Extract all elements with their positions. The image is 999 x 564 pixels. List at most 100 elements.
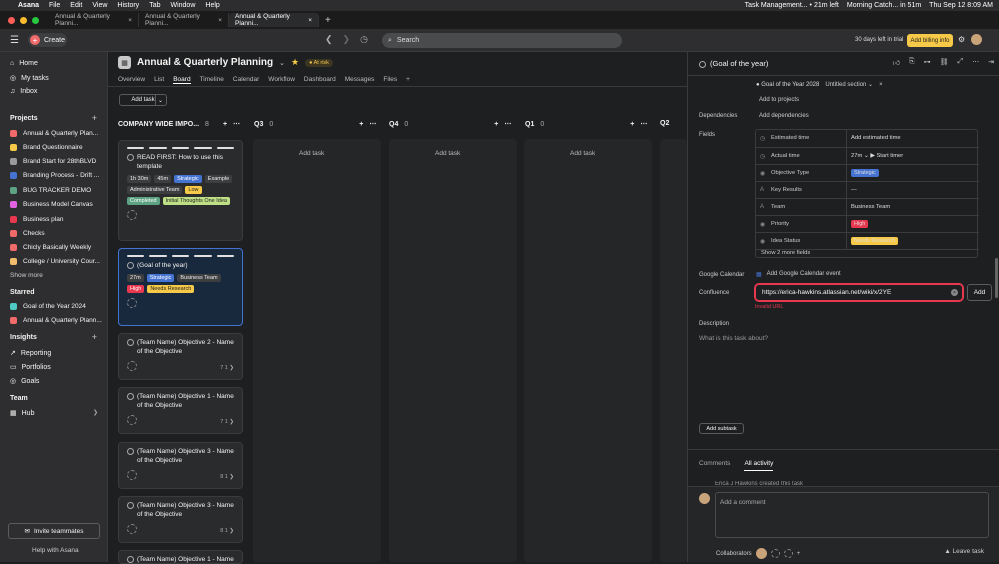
field-value[interactable]: Add estimated time xyxy=(851,135,901,141)
assignee-icon[interactable] xyxy=(127,361,137,371)
sidebar-project[interactable]: Brand Start for 28thBLVD xyxy=(10,158,102,165)
tab-calendar[interactable]: Calendar xyxy=(233,76,259,84)
field-value[interactable]: Business Team xyxy=(851,204,890,210)
sidebar-item-reporting[interactable]: ↗ Reporting xyxy=(10,349,51,358)
more-icon[interactable]: ⋯ xyxy=(972,58,979,67)
menu-edit[interactable]: Edit xyxy=(70,2,82,9)
task-card[interactable]: (Team Name) Objective 1 - Name of the Ob… xyxy=(118,387,243,434)
new-tab-icon[interactable]: + xyxy=(325,15,331,26)
chevron-right-icon[interactable]: ❯ xyxy=(93,409,98,416)
sidebar-item-portfolios[interactable]: ▭ Portfolios xyxy=(10,363,51,372)
menu-history[interactable]: History xyxy=(117,2,139,9)
field-value[interactable]: — xyxy=(851,187,857,193)
starred-heading[interactable]: Starred xyxy=(10,289,35,296)
scrollbar[interactable] xyxy=(995,258,998,298)
field-row[interactable]: ◉ Idea Status Needs Research xyxy=(756,232,979,250)
add-task-link[interactable]: Add task xyxy=(299,150,324,157)
sidebar-item-inbox[interactable]: ♫ Inbox xyxy=(10,88,37,95)
field-value[interactable]: Strategic xyxy=(851,169,879,177)
field-row[interactable]: ◷ Actual time 27m ⌄ ▶ Start timer xyxy=(756,147,979,165)
clear-input-icon[interactable]: × xyxy=(951,289,958,296)
complete-check-icon[interactable] xyxy=(127,393,134,400)
column-name[interactable]: Q1 xyxy=(525,121,534,128)
task-card[interactable]: (Team Name) Objective 2 - Name of the Ob… xyxy=(118,333,243,380)
menu-toggle-icon[interactable]: ☰ xyxy=(10,35,19,46)
star-icon[interactable]: ★ xyxy=(291,57,299,68)
complete-check-icon[interactable] xyxy=(127,154,134,161)
remove-icon[interactable]: × xyxy=(879,82,883,88)
subtask-icon[interactable]: ⊶ xyxy=(924,58,931,67)
sidebar-item-goals[interactable]: ◎ Goals xyxy=(10,377,39,386)
field-value[interactable]: Needs Research xyxy=(851,237,898,245)
menu-file[interactable]: File xyxy=(49,2,60,9)
link-icon[interactable]: ⛓︎ xyxy=(940,58,949,67)
help-link[interactable]: Help with Asana xyxy=(32,547,79,554)
add-task-dropdown-icon[interactable]: ⌄ xyxy=(155,94,165,106)
sidebar-project[interactable]: Branding Process - Drift ... xyxy=(10,172,102,179)
add-collaborator-icon[interactable]: + xyxy=(797,551,801,557)
more-icon[interactable]: ⋯ xyxy=(369,120,376,128)
task-card-selected[interactable]: (Goal of the year) 27m Strategic Busines… xyxy=(118,248,243,326)
description-input[interactable]: What is this task about? xyxy=(699,335,768,342)
complete-check-icon[interactable] xyxy=(127,502,134,509)
complete-check-icon[interactable] xyxy=(127,448,134,455)
menubar-app[interactable]: Asana xyxy=(18,2,39,9)
sidebar-project[interactable]: Brand Questionnaire xyxy=(10,144,102,151)
assignee-icon[interactable] xyxy=(127,415,137,425)
sidebar-item-hub[interactable]: ▦ Hub xyxy=(10,409,34,418)
confluence-add-button[interactable]: Add xyxy=(967,284,992,301)
leave-task-button[interactable]: ▲ Leave task xyxy=(944,548,984,555)
subtask-count[interactable]: 8 1 ❯ xyxy=(220,474,234,480)
expand-icon[interactable]: ⤢ xyxy=(958,58,964,67)
team-heading[interactable]: Team xyxy=(10,395,28,402)
menu-tab[interactable]: Tab xyxy=(149,2,160,9)
section-select[interactable]: Untitled section ⌄ xyxy=(825,81,873,88)
insights-heading[interactable]: Insights xyxy=(10,334,37,341)
browser-tab[interactable]: Annual & Quarterly Planni... × xyxy=(139,13,229,27)
project-icon[interactable]: ▦ xyxy=(118,56,131,69)
add-icon[interactable]: + xyxy=(359,121,363,128)
history-icon[interactable]: ◷ xyxy=(360,34,368,45)
task-card[interactable]: (Team Name) Objective 3 - Name of the Ob… xyxy=(118,442,243,489)
sidebar-project[interactable]: Business plan xyxy=(10,216,102,223)
like-icon[interactable]: 👍︎ xyxy=(893,58,900,67)
field-row[interactable]: ◷ Estimated time Add estimated time xyxy=(756,130,979,147)
status-event[interactable]: Morning Catch... in 51m xyxy=(847,2,921,9)
sidebar-project[interactable]: Checks xyxy=(10,230,102,237)
complete-check-icon[interactable] xyxy=(127,339,134,346)
column-name[interactable]: Q4 xyxy=(389,121,398,128)
sidebar-project[interactable]: Business Model Canvas xyxy=(10,201,102,208)
tab-timeline[interactable]: Timeline xyxy=(200,76,224,84)
more-icon[interactable]: ⋯ xyxy=(640,120,647,128)
add-subtask-button[interactable]: Add subtask xyxy=(699,423,744,434)
menu-view[interactable]: View xyxy=(92,2,107,9)
projects-heading[interactable]: Projects xyxy=(10,115,38,122)
complete-check-icon[interactable] xyxy=(127,262,134,269)
close-window-icon[interactable] xyxy=(8,16,15,24)
field-row[interactable]: A Key Results — xyxy=(756,181,979,199)
column-name[interactable]: Q3 xyxy=(254,121,263,128)
tab-files[interactable]: Files xyxy=(383,76,397,84)
close-tab-icon[interactable]: × xyxy=(128,17,132,24)
more-icon[interactable]: ⋯ xyxy=(233,120,240,128)
subtask-count[interactable]: 7 1 ❯ xyxy=(220,419,234,425)
browser-tab[interactable]: Annual & Quarterly Planni... × xyxy=(49,13,139,27)
column-name[interactable]: Q2 xyxy=(660,120,669,127)
comment-input[interactable]: Add a comment xyxy=(715,492,989,538)
field-value[interactable]: 27m ⌄ ▶ Start timer xyxy=(851,153,903,159)
add-tab-icon[interactable]: + xyxy=(406,76,410,84)
add-icon[interactable]: + xyxy=(494,121,498,128)
add-to-projects-link[interactable]: Add to projects xyxy=(759,97,799,103)
sidebar-item-home[interactable]: ⌂ Home xyxy=(10,60,38,67)
status-task[interactable]: Task Management... • 21m left xyxy=(745,2,839,9)
field-value[interactable]: High xyxy=(851,220,869,228)
complete-check-icon[interactable] xyxy=(699,60,706,68)
tab-all-activity[interactable]: All activity xyxy=(744,460,774,471)
add-task-link[interactable]: Add task xyxy=(435,150,460,157)
subtask-count[interactable]: 7 1 ❯ xyxy=(220,365,234,371)
create-button[interactable]: + Create xyxy=(28,33,67,47)
attachment-icon[interactable]: ⎘ xyxy=(909,58,915,67)
upgrade-icon[interactable]: ⚙ xyxy=(958,35,965,44)
starred-item[interactable]: Annual & Quarterly Plann... xyxy=(10,317,102,324)
project-title[interactable]: Annual & Quarterly Planning xyxy=(137,57,273,68)
